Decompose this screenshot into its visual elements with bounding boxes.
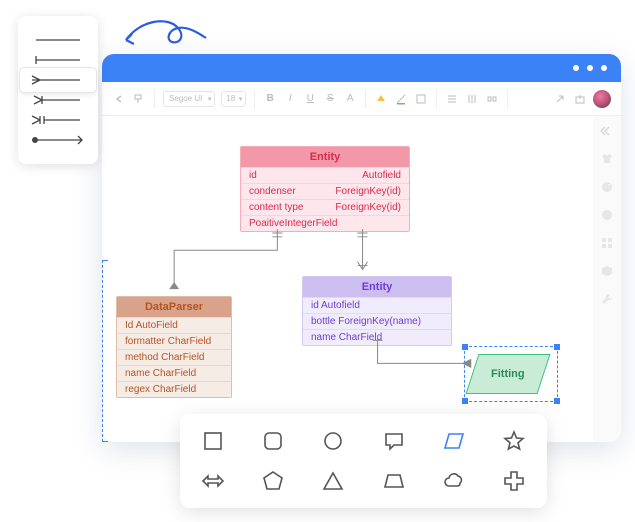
shape-speech[interactable]	[379, 426, 409, 456]
window-control-dot[interactable]	[573, 65, 579, 71]
connector-palette[interactable]	[18, 16, 98, 164]
toolbar: Segoe UI 18 B I U S A	[102, 82, 621, 116]
entity-title: Entity	[303, 277, 451, 297]
table-row: method CharField	[117, 349, 231, 365]
bold-button[interactable]: B	[263, 92, 277, 106]
table-row: content typeForeignKey(id)	[241, 199, 409, 215]
apps-icon[interactable]	[600, 236, 614, 250]
right-side-rail	[593, 116, 621, 442]
shape-cloud[interactable]	[439, 466, 469, 496]
table-row: Id AutoField	[117, 317, 231, 333]
shape-pentagon[interactable]	[258, 466, 288, 496]
underline-button[interactable]: U	[303, 92, 317, 106]
share-button[interactable]	[553, 92, 567, 106]
strike-button[interactable]: S	[323, 92, 337, 106]
connector-line-bar[interactable]	[30, 50, 86, 70]
format-painter-button[interactable]	[132, 92, 146, 106]
table-row: condenserForeignKey(id)	[241, 183, 409, 199]
font-size-select[interactable]: 18	[221, 91, 246, 107]
editor-window: Segoe UI 18 B I U S A Entity	[102, 54, 621, 442]
entity-title: Entity	[241, 147, 409, 167]
shape-triangle[interactable]	[318, 466, 348, 496]
fitting-shape[interactable]: Fitting	[472, 354, 544, 394]
font-color-button[interactable]: A	[343, 92, 357, 106]
fill-color-button[interactable]	[374, 92, 388, 106]
connector-crowfoot-many[interactable]	[30, 110, 86, 130]
table-row: regex CharField	[117, 381, 231, 397]
window-control-dot[interactable]	[601, 65, 607, 71]
entity-table-purple[interactable]: Entity id Autofield bottle ForeignKey(na…	[302, 276, 452, 346]
table-row: idAutofield	[241, 167, 409, 183]
font-select-value: Segoe UI	[169, 94, 202, 103]
fitting-label: Fitting	[491, 368, 525, 380]
curl-arrow-icon	[120, 14, 210, 54]
shape-plus[interactable]	[499, 466, 529, 496]
expand-icon[interactable]	[600, 124, 614, 138]
user-avatar[interactable]	[593, 90, 611, 108]
table-row: PoaitiveIntegerField	[241, 215, 409, 231]
cube-icon[interactable]	[600, 264, 614, 278]
shirt-icon[interactable]	[600, 152, 614, 166]
diagram-canvas[interactable]: Entity idAutofield condenserForeignKey(i…	[102, 116, 593, 442]
font-select[interactable]: Segoe UI	[163, 91, 215, 107]
shape-square[interactable]	[198, 426, 228, 456]
window-control-dot[interactable]	[587, 65, 593, 71]
wrench-icon[interactable]	[600, 292, 614, 306]
italic-button[interactable]: I	[283, 92, 297, 106]
distribute-button[interactable]	[485, 92, 499, 106]
undo-button[interactable]	[112, 92, 126, 106]
connector-crowfoot-one[interactable]	[30, 90, 86, 110]
shape-double-arrow[interactable]	[198, 466, 228, 496]
export-button[interactable]	[573, 92, 587, 106]
line-color-button[interactable]	[394, 92, 408, 106]
entity-table-brown[interactable]: DataParser Id AutoField formatter CharFi…	[116, 296, 232, 398]
canvas-selection-edge	[102, 260, 108, 442]
table-row: name CharField	[303, 329, 451, 345]
shape-star[interactable]	[499, 426, 529, 456]
table-row: name CharField	[117, 365, 231, 381]
table-row: formatter CharField	[117, 333, 231, 349]
shape-rounded-square[interactable]	[258, 426, 288, 456]
shape-circle[interactable]	[318, 426, 348, 456]
window-titlebar	[102, 54, 621, 82]
connector-dot-arrow[interactable]	[30, 130, 86, 150]
align-button[interactable]	[445, 92, 459, 106]
connector-crowfoot[interactable]	[30, 70, 86, 90]
border-style-button[interactable]	[414, 92, 428, 106]
shape-trapezoid[interactable]	[379, 466, 409, 496]
shape-tray[interactable]	[180, 414, 547, 508]
table-row: id Autofield	[303, 297, 451, 313]
smiley-icon[interactable]	[600, 208, 614, 222]
table-row: bottle ForeignKey(name)	[303, 313, 451, 329]
font-size-value: 18	[226, 94, 235, 103]
entity-table-pink[interactable]: Entity idAutofield condenserForeignKey(i…	[240, 146, 410, 232]
valign-button[interactable]	[465, 92, 479, 106]
entity-title: DataParser	[117, 297, 231, 317]
shape-parallelogram[interactable]	[439, 426, 469, 456]
palette-icon[interactable]	[600, 180, 614, 194]
connector-line-plain[interactable]	[30, 30, 86, 50]
